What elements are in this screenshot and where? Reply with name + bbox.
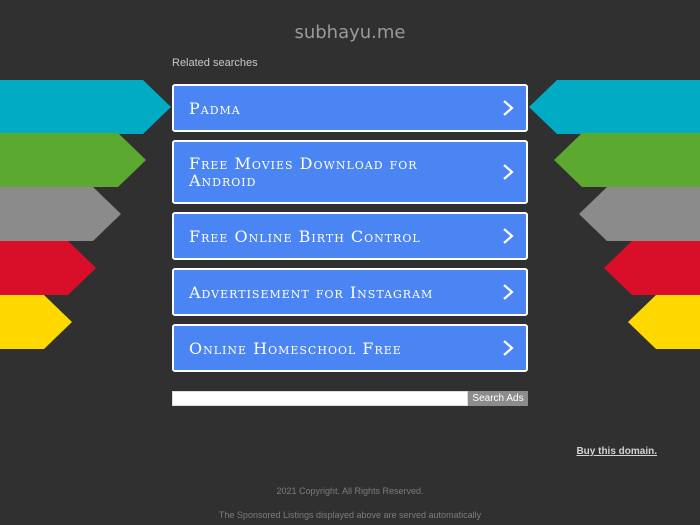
decor-arrow-right-gray bbox=[579, 187, 700, 241]
decor-arrow-right-yellow bbox=[628, 295, 700, 349]
chevron-right-icon bbox=[503, 340, 514, 356]
related-search-item-homeschool[interactable]: Online Homeschool Free bbox=[172, 324, 528, 372]
decor-arrow-left-gray bbox=[0, 187, 121, 241]
decor-arrow-right-green bbox=[554, 133, 700, 187]
related-search-label: Advertisement for Instagram bbox=[189, 282, 434, 302]
related-search-item-padma[interactable]: Padma bbox=[172, 84, 528, 132]
related-search-label: Free Movies Download for Android bbox=[189, 154, 418, 190]
chevron-right-icon bbox=[503, 164, 514, 180]
related-search-item-birth-control[interactable]: Free Online Birth Control bbox=[172, 212, 528, 260]
decor-arrow-right-teal bbox=[529, 80, 700, 134]
related-search-item-instagram[interactable]: Advertisement for Instagram bbox=[172, 268, 528, 316]
decor-arrow-left-green bbox=[0, 133, 146, 187]
related-search-item-free-movies[interactable]: Free Movies Download for Android bbox=[172, 140, 528, 204]
related-search-label: Online Homeschool Free bbox=[189, 338, 402, 358]
decor-arrow-left-teal bbox=[0, 80, 171, 134]
search-input[interactable] bbox=[172, 391, 468, 406]
site-title: subhayu.me bbox=[294, 22, 406, 43]
decor-arrow-left-yellow bbox=[0, 295, 72, 349]
chevron-right-icon bbox=[503, 228, 514, 244]
search-ads-bar: Search Ads bbox=[172, 391, 528, 406]
disclaimer-text: The Sponsored Listings displayed above a… bbox=[218, 510, 482, 520]
related-searches-heading: Related searches bbox=[172, 57, 258, 69]
decor-arrow-left-red bbox=[0, 241, 96, 295]
parked-domain-page: subhayu.me Related searches Padma Free M… bbox=[0, 0, 700, 525]
related-searches-list: Padma Free Movies Download for Android F… bbox=[172, 84, 528, 380]
related-search-label: Free Online Birth Control bbox=[189, 226, 421, 246]
chevron-right-icon bbox=[503, 100, 514, 116]
chevron-right-icon bbox=[503, 284, 514, 300]
copyright-text: 2021 Copyright. All Rights Reserved. bbox=[276, 486, 424, 496]
related-search-label: Padma bbox=[189, 98, 241, 118]
buy-domain-link[interactable]: Buy this domain. bbox=[576, 446, 657, 457]
decor-arrow-right-red bbox=[604, 241, 700, 295]
search-ads-button[interactable]: Search Ads bbox=[468, 391, 528, 406]
